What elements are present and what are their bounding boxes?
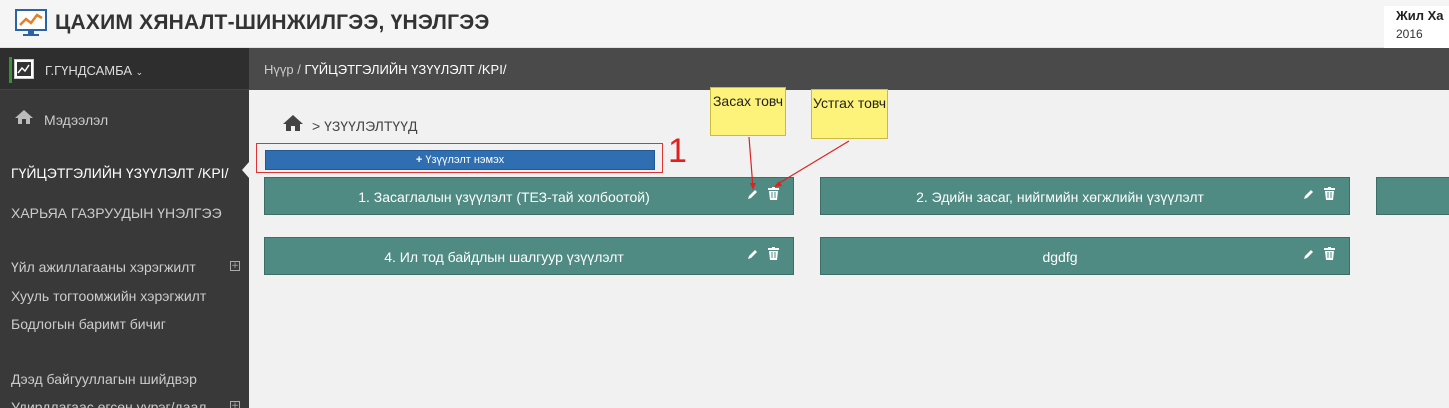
callout-arrows (748, 136, 850, 190)
edit-callout: Засах товч (710, 87, 786, 136)
delete-callout: Устгах товч (811, 89, 888, 139)
